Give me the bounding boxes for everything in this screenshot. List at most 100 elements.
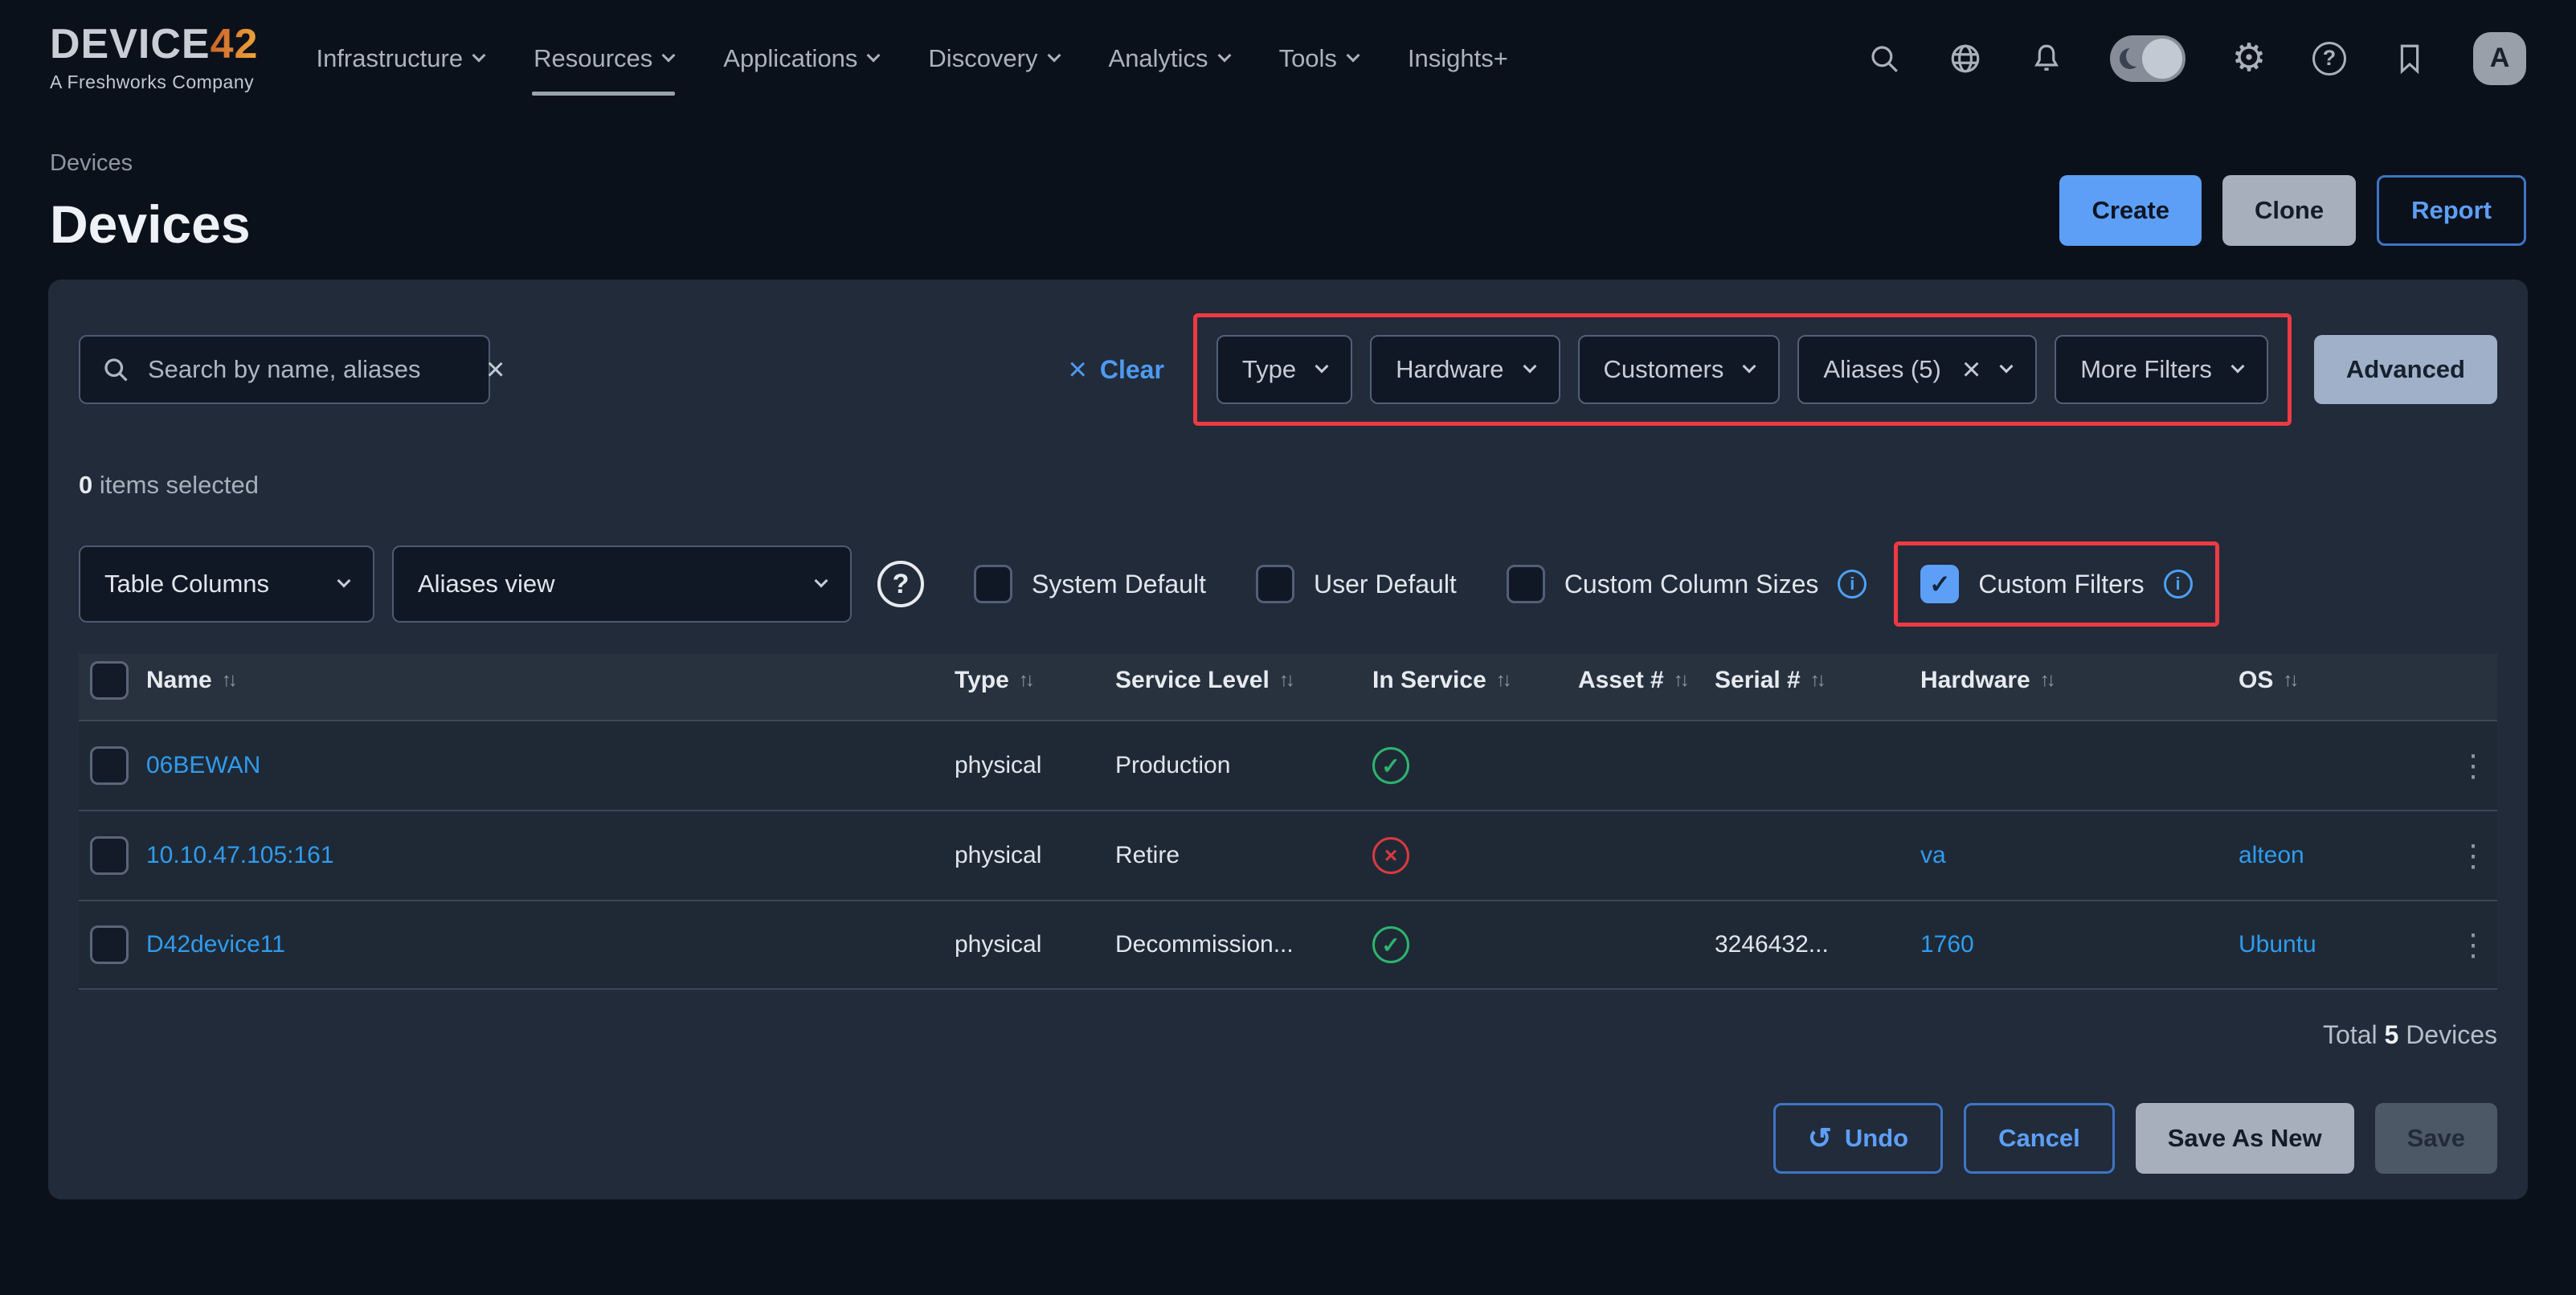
help-icon[interactable]: ? xyxy=(2312,42,2346,76)
sort-icon: ↑↓ xyxy=(1496,669,1509,692)
row-menu-kebab-icon[interactable]: ⋮ xyxy=(2449,838,2497,874)
nav-resources[interactable]: Resources xyxy=(532,33,675,84)
nav-infrastructure[interactable]: Infrastructure xyxy=(314,33,485,84)
row-checkbox[interactable] xyxy=(90,925,129,964)
device-name-link[interactable]: 06BEWAN xyxy=(146,752,955,779)
settings-gear-icon[interactable]: ⚙ xyxy=(2231,41,2267,76)
undo-button[interactable]: ↺Undo xyxy=(1773,1103,1943,1174)
chevron-down-icon xyxy=(1047,48,1061,62)
clear-search-icon[interactable]: × xyxy=(486,353,505,386)
column-header-asset[interactable]: Asset #↑↓ xyxy=(1578,667,1715,694)
device42-logo[interactable]: DEVICE42 A Freshworks Company xyxy=(50,23,258,93)
nav-discovery[interactable]: Discovery xyxy=(926,33,1060,84)
device-name-link[interactable]: D42device11 xyxy=(146,931,955,958)
checkbox-box[interactable] xyxy=(974,565,1012,603)
filter-toolbar: × × Clear Type Hardware Customers Aliase… xyxy=(79,313,2497,426)
sort-icon: ↑↓ xyxy=(2040,669,2053,692)
globe-icon[interactable] xyxy=(1948,41,1983,76)
clear-filters-button[interactable]: × Clear xyxy=(1069,353,1164,386)
cancel-button[interactable]: Cancel xyxy=(1964,1103,2115,1174)
info-icon[interactable]: i xyxy=(1838,570,1867,598)
view-select[interactable]: Aliases view xyxy=(392,545,852,623)
column-header-hardware[interactable]: Hardware↑↓ xyxy=(1920,667,2239,694)
user-avatar[interactable]: A xyxy=(2473,32,2526,85)
search-input[interactable] xyxy=(148,355,468,384)
hardware-link[interactable]: 1760 xyxy=(1920,931,2239,958)
nav-insights-plus[interactable]: Insights+ xyxy=(1406,33,1510,84)
table-columns-dropdown[interactable]: Table Columns xyxy=(79,545,374,623)
checkbox-box[interactable] xyxy=(1256,565,1294,603)
column-header-service-level[interactable]: Service Level↑↓ xyxy=(1115,667,1372,694)
clone-button[interactable]: Clone xyxy=(2222,175,2356,246)
chevron-down-icon xyxy=(2000,360,2014,374)
remove-filter-icon[interactable]: × xyxy=(1962,353,1981,386)
info-icon[interactable]: i xyxy=(2164,570,2193,598)
column-header-in-service[interactable]: In Service↑↓ xyxy=(1372,667,1578,694)
service-level-cell: Production xyxy=(1115,752,1372,779)
custom-filters-highlight: ✓ Custom Filters i xyxy=(1894,541,2218,627)
column-header-name[interactable]: Name↑↓ xyxy=(146,667,955,694)
checkbox-box[interactable] xyxy=(1507,565,1545,603)
chevron-down-icon xyxy=(867,48,881,62)
filter-type-dropdown[interactable]: Type xyxy=(1216,335,1352,404)
hardware-link[interactable]: va xyxy=(1920,842,2239,869)
sort-icon: ↑↓ xyxy=(2283,669,2296,692)
report-button[interactable]: Report xyxy=(2377,175,2526,246)
nav-analytics[interactable]: Analytics xyxy=(1107,33,1231,84)
logo-tagline: A Freshworks Company xyxy=(50,71,258,93)
search-icon[interactable] xyxy=(1867,41,1902,76)
sort-icon: ↑↓ xyxy=(1019,669,1032,692)
create-button[interactable]: Create xyxy=(2059,175,2202,246)
table-row: 06BEWAN physical Production ⋮ xyxy=(79,720,2497,810)
sort-icon: ↑↓ xyxy=(1279,669,1292,692)
help-circle-icon[interactable]: ? xyxy=(877,561,924,607)
devices-table: Name↑↓ Type↑↓ Service Level↑↓ In Service… xyxy=(79,654,2497,990)
bookmark-icon[interactable] xyxy=(2392,41,2427,76)
column-header-os[interactable]: OS↑↓ xyxy=(2239,667,2449,694)
checkbox-custom-filters[interactable]: ✓ Custom Filters i xyxy=(1920,565,2192,603)
nav-tools[interactable]: Tools xyxy=(1278,33,1360,84)
filter-customers-dropdown[interactable]: Customers xyxy=(1578,335,1781,404)
toggle-knob xyxy=(2142,39,2182,79)
select-all-checkbox[interactable] xyxy=(90,661,129,700)
column-header-serial[interactable]: Serial #↑↓ xyxy=(1715,667,1920,694)
os-link[interactable]: alteon xyxy=(2239,842,2449,869)
device-name-link[interactable]: 10.10.47.105:161 xyxy=(146,842,955,869)
type-cell: physical xyxy=(955,842,1115,869)
total-devices: Total 5 Devices xyxy=(79,1020,2497,1050)
table-header-row: Name↑↓ Type↑↓ Service Level↑↓ In Service… xyxy=(79,654,2497,720)
serial-cell: 3246432... xyxy=(1715,931,1920,958)
chevron-down-icon xyxy=(1346,48,1360,62)
in-service-status-icon xyxy=(1372,837,1578,874)
row-checkbox[interactable] xyxy=(90,746,129,785)
more-filters-dropdown[interactable]: More Filters xyxy=(2055,335,2268,404)
sort-icon: ↑↓ xyxy=(1810,669,1823,692)
nav-applications[interactable]: Applications xyxy=(722,33,880,84)
advanced-button[interactable]: Advanced xyxy=(2314,335,2497,404)
dark-mode-toggle[interactable] xyxy=(2110,35,2186,82)
checkbox-user-default[interactable]: User Default xyxy=(1256,565,1457,603)
checkbox-box-checked[interactable]: ✓ xyxy=(1920,565,1959,603)
row-menu-kebab-icon[interactable]: ⋮ xyxy=(2449,927,2497,963)
page-title: Devices xyxy=(50,198,251,251)
chevron-down-icon xyxy=(2230,360,2244,374)
chevron-down-icon xyxy=(662,48,676,62)
breadcrumb[interactable]: Devices xyxy=(50,150,251,177)
column-header-type[interactable]: Type↑↓ xyxy=(955,667,1115,694)
chevron-down-icon xyxy=(337,574,351,588)
chevron-down-icon xyxy=(1743,360,1756,374)
row-checkbox[interactable] xyxy=(90,836,129,875)
row-menu-kebab-icon[interactable]: ⋮ xyxy=(2449,748,2497,784)
checkbox-system-default[interactable]: System Default xyxy=(974,565,1206,603)
filter-aliases-dropdown[interactable]: Aliases (5)× xyxy=(1797,335,2037,404)
notifications-bell-icon[interactable] xyxy=(2029,41,2064,76)
checkbox-custom-column-sizes[interactable]: Custom Column Sizes i xyxy=(1507,565,1867,603)
save-as-new-button[interactable]: Save As New xyxy=(2136,1103,2354,1174)
topbar-actions: ⚙ ? A xyxy=(1867,32,2526,85)
os-link[interactable]: Ubuntu xyxy=(2239,931,2449,958)
filter-hardware-dropdown[interactable]: Hardware xyxy=(1370,335,1560,404)
save-button[interactable]: Save xyxy=(2375,1103,2497,1174)
sort-icon: ↑↓ xyxy=(1674,669,1687,692)
view-controls: Table Columns Aliases view ? System Defa… xyxy=(79,541,2497,627)
filter-chips-highlight: Type Hardware Customers Aliases (5)× Mor… xyxy=(1193,313,2292,426)
